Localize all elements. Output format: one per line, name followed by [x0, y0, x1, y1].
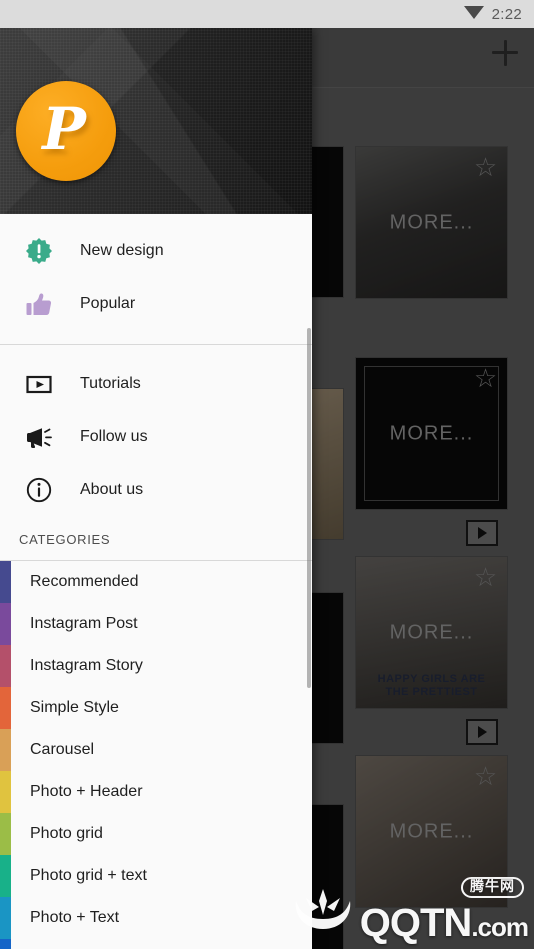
play-box-icon	[24, 369, 54, 399]
menu-item-follow-us[interactable]: Follow us	[0, 410, 312, 463]
watermark-text: QQTN.com 腾牛网	[359, 877, 529, 945]
category-label: Recommended	[30, 573, 139, 590]
menu-item-label: Follow us	[80, 427, 148, 445]
category-label: Simple Style	[30, 699, 119, 716]
category-color-stripe	[0, 603, 11, 645]
menu-item-about-us[interactable]: About us	[0, 463, 312, 516]
wifi-icon	[463, 4, 484, 24]
category-item[interactable]: Photo grid	[0, 813, 312, 855]
drawer-menu-scroll[interactable]: New design Popular Tutorials Follow us A…	[0, 214, 312, 949]
category-label: Photo grid + text	[30, 867, 147, 884]
category-label: Carousel	[30, 741, 95, 758]
menu-item-label: Popular	[80, 294, 136, 312]
menu-item-label: Tutorials	[80, 374, 141, 392]
categories-section-title: CATEGORIES	[19, 532, 111, 547]
category-color-stripe	[0, 813, 11, 855]
navigation-drawer: P New design Popular Tutorials Follow us…	[0, 28, 312, 949]
category-item[interactable]: Photo + Text	[0, 897, 312, 939]
category-color-stripe	[0, 561, 11, 603]
category-color-stripe	[0, 771, 11, 813]
menu-item-tutorials[interactable]: Tutorials	[0, 357, 312, 410]
status-bar: 2:22	[0, 0, 534, 28]
drawer-scrollbar-thumb[interactable]	[307, 328, 311, 688]
drawer-divider	[0, 344, 312, 345]
category-color-stripe	[0, 855, 11, 897]
app-logo: P	[16, 81, 116, 181]
app-logo-glyph: P	[42, 95, 86, 163]
category-item[interactable]: Carousel	[0, 729, 312, 771]
menu-item-label: About us	[80, 480, 144, 498]
status-bar-clock: 2:22	[491, 5, 522, 23]
thumbs-up-icon	[24, 289, 54, 319]
watermark-brand: QQTN	[359, 901, 473, 945]
category-color-stripe	[0, 897, 11, 939]
info-circle-icon	[24, 475, 54, 505]
category-color-stripe	[0, 645, 11, 687]
site-watermark: QQTN.com 腾牛网	[292, 877, 529, 945]
bull-logo-icon	[292, 885, 354, 943]
watermark-suffix: .com	[471, 912, 529, 942]
menu-item-label: New design	[80, 241, 164, 259]
category-label: Photo + Header	[30, 783, 143, 800]
category-color-stripe	[0, 939, 11, 949]
megaphone-icon	[24, 422, 54, 452]
drawer-scrollbar[interactable]	[307, 28, 311, 949]
category-item[interactable]: Photo grid + text	[0, 855, 312, 897]
menu-item-new-design[interactable]: New design	[0, 224, 312, 277]
category-item[interactable]: Quoter	[0, 939, 312, 949]
category-item[interactable]: Instagram Post	[0, 603, 312, 645]
category-item[interactable]: Simple Style	[0, 687, 312, 729]
category-item[interactable]: Instagram Story	[0, 645, 312, 687]
category-color-stripe	[0, 687, 11, 729]
category-label: Instagram Story	[30, 657, 143, 674]
new-badge-icon	[24, 236, 54, 266]
categories-list: Recommended Instagram Post Instagram Story…	[0, 561, 312, 949]
drawer-header: P	[0, 28, 312, 214]
category-item[interactable]: Photo + Header	[0, 771, 312, 813]
category-label: Photo + Text	[30, 909, 120, 926]
menu-item-popular[interactable]: Popular	[0, 277, 312, 330]
watermark-badge: 腾牛网	[461, 877, 524, 898]
category-label: Instagram Post	[30, 615, 138, 632]
category-color-stripe	[0, 729, 11, 771]
category-label: Photo grid	[30, 825, 103, 842]
category-item[interactable]: Recommended	[0, 561, 312, 603]
app-screen: 2:22 ★ S ☆ ★ SALE ★ E	[0, 0, 534, 949]
